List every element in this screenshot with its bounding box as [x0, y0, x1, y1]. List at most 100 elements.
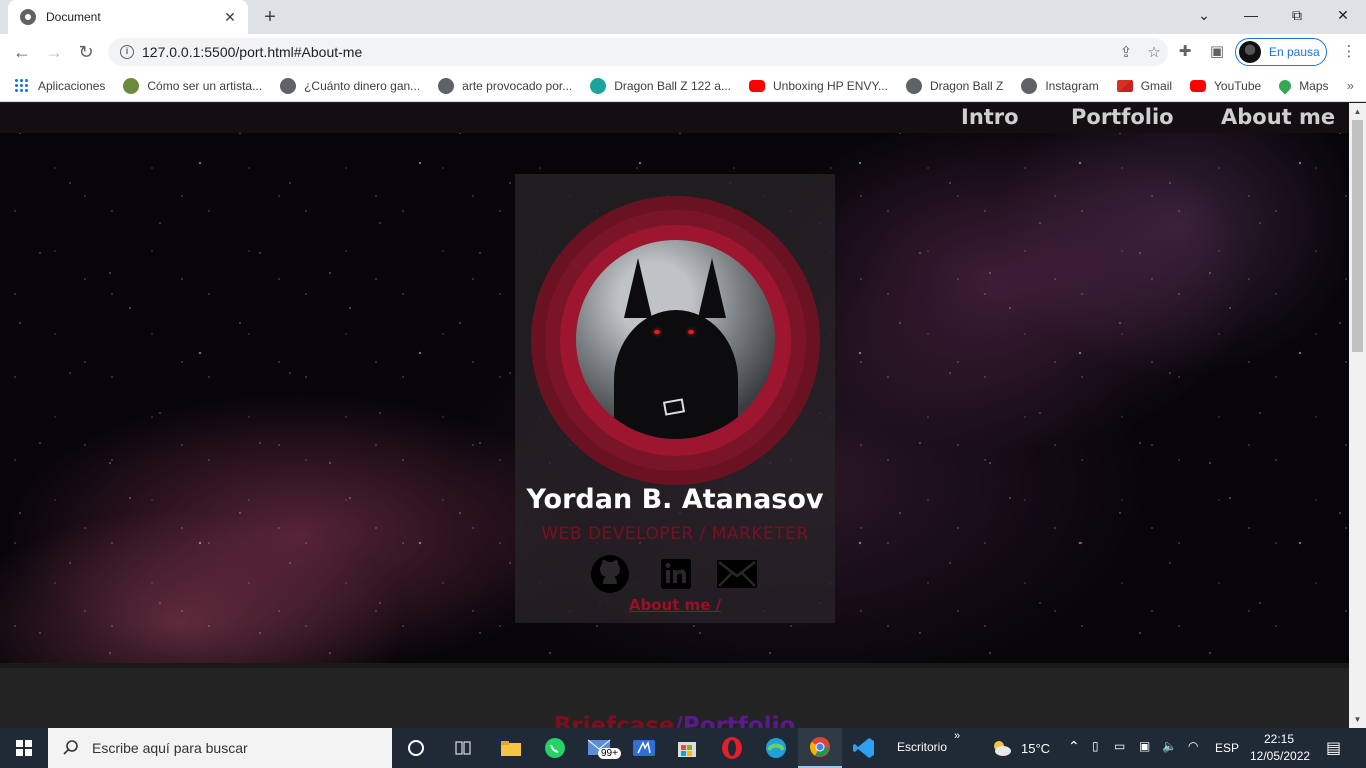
wolf-ear-left	[624, 258, 652, 318]
tray-wifi-icon[interactable]: ◠	[1188, 739, 1198, 753]
tray-language[interactable]: ESP	[1215, 741, 1239, 755]
bookmark-label: Maps	[1299, 78, 1329, 93]
share-icon[interactable]: ⇪	[1112, 43, 1140, 61]
wiki-icon	[123, 77, 140, 94]
bookmark-item[interactable]: YouTube	[1190, 79, 1261, 93]
site-info-icon[interactable]: i	[120, 45, 134, 59]
tray-volume-icon[interactable]: 🔈	[1162, 739, 1177, 753]
minimize-button[interactable]: —	[1228, 0, 1274, 30]
tray-chevron-up-icon[interactable]: ⌃	[1068, 738, 1080, 755]
youtube-icon	[748, 79, 765, 92]
page-viewport: Intro Portfolio About me Yordan B. Atana…	[0, 103, 1349, 728]
bookmark-item[interactable]: Maps	[1276, 77, 1329, 94]
bookmark-label: Dragon Ball Z 122 a...	[614, 78, 731, 93]
profile-role: WEB DEVELOPER / MARKETER	[541, 524, 809, 544]
tab-search-chevron-icon[interactable]: ⌄	[1181, 0, 1227, 30]
about-me-link[interactable]: About me /	[515, 596, 835, 614]
weather-cloud-sun-icon[interactable]	[986, 728, 1016, 768]
task-view-icon[interactable]	[441, 728, 485, 768]
desktop-toolbar-chevron[interactable]: »	[954, 730, 960, 742]
bookmark-label: Aplicaciones	[38, 78, 106, 93]
extensions-puzzle-icon[interactable]: ✚	[1174, 41, 1196, 63]
github-icon[interactable]	[590, 554, 630, 594]
wolf-ear-right	[698, 258, 726, 318]
heading-portfolio: /Portfolio	[674, 713, 796, 728]
search-placeholder: Escribe aquí para buscar	[92, 740, 248, 756]
youtube-icon	[1190, 79, 1207, 92]
tray-battery-icon[interactable]: ▭	[1114, 739, 1125, 753]
gmail-icon	[1116, 79, 1133, 92]
scroll-up-arrow-icon[interactable]: ▲	[1349, 103, 1366, 120]
notification-center-icon[interactable]: ▤	[1326, 738, 1341, 758]
chrome-icon[interactable]	[798, 728, 842, 768]
whatsapp-icon[interactable]	[533, 728, 577, 768]
weather-temperature[interactable]: 15°C	[1021, 741, 1050, 756]
tray-time[interactable]: 22:15	[1264, 732, 1294, 746]
tab-close-icon[interactable]: ✕	[222, 9, 238, 26]
start-button[interactable]	[0, 728, 48, 768]
globe-icon	[20, 9, 36, 25]
profile-name: Yordan B. Atanasov	[526, 484, 824, 515]
hero-section: Intro Portfolio About me Yordan B. Atana…	[0, 103, 1349, 663]
new-tab-button[interactable]: +	[258, 5, 282, 29]
taskbar-search-input[interactable]: Escribe aquí para buscar	[48, 728, 392, 768]
back-arrow-icon[interactable]: ←	[10, 40, 34, 64]
profile-button[interactable]: En pausa	[1235, 38, 1327, 66]
close-window-button[interactable]: ✕	[1320, 0, 1366, 30]
tab-title: Document	[46, 10, 101, 24]
edge-icon[interactable]	[754, 728, 798, 768]
bookmark-label: Cómo ser un artista...	[147, 78, 263, 93]
desktop-toolbar-label[interactable]: Escritorio	[897, 740, 947, 754]
globe-icon	[1021, 77, 1038, 94]
scroll-down-arrow-icon[interactable]: ▼	[1349, 711, 1366, 728]
opera-icon[interactable]	[710, 728, 754, 768]
side-panel-icon[interactable]: ▣	[1206, 41, 1228, 63]
search-icon	[63, 740, 78, 755]
wolf-silhouette	[614, 310, 738, 439]
avatar	[1239, 41, 1261, 63]
linkedin-icon[interactable]	[660, 554, 692, 594]
bookmarks-overflow-button[interactable]: »	[1347, 78, 1354, 93]
file-explorer-icon[interactable]	[489, 728, 533, 768]
bookmark-item[interactable]: Instagram	[1021, 77, 1099, 94]
mail-app-icon[interactable]: 99+	[578, 728, 622, 768]
bookmark-item[interactable]: arte provocado por...	[438, 77, 572, 94]
bookmark-item[interactable]: Dragon Ball Z 122 a...	[590, 77, 731, 94]
bookmark-item[interactable]: Aplicaciones	[14, 77, 106, 94]
portfolio-section: Briefcase/Portfolio	[0, 663, 1349, 728]
globe-icon	[280, 77, 297, 94]
microsoft-store-icon[interactable]	[665, 728, 709, 768]
bookmark-label: Dragon Ball Z	[929, 78, 1004, 93]
cortana-icon[interactable]	[394, 728, 438, 768]
scrollbar-thumb[interactable]	[1352, 120, 1363, 352]
tray-usb-icon[interactable]: ▯	[1092, 739, 1099, 753]
nav-link-portfolio[interactable]: Portfolio	[1071, 105, 1174, 129]
bookmark-item[interactable]: Cómo ser un artista...	[123, 77, 263, 94]
nav-link-intro[interactable]: Intro	[961, 105, 1019, 129]
bookmark-label: Gmail	[1140, 78, 1173, 93]
bookmark-label: Instagram	[1045, 78, 1099, 93]
restore-button[interactable]: ⧉	[1274, 0, 1320, 30]
vscode-icon[interactable]	[842, 728, 886, 768]
bookmark-star-icon[interactable]: ☆	[1140, 43, 1168, 61]
browser-toolbar: ← → ↻ i 127.0.0.1:5500/port.html#About-m…	[0, 34, 1366, 70]
url-text[interactable]: 127.0.0.1:5500/port.html#About-me	[142, 44, 1112, 60]
bookmark-item[interactable]: Gmail	[1116, 78, 1173, 93]
browser-tab[interactable]: Document ✕	[8, 0, 248, 34]
bookmark-item[interactable]: Unboxing HP ENVY...	[748, 79, 888, 93]
heading-briefcase: Briefcase	[553, 713, 675, 728]
profile-status-label: En pausa	[1269, 45, 1320, 59]
address-bar[interactable]: i 127.0.0.1:5500/port.html#About-me ⇪ ☆	[108, 38, 1168, 66]
tray-meet-now-icon[interactable]: ▣	[1139, 739, 1150, 753]
tray-date[interactable]: 12/05/2022	[1250, 749, 1310, 763]
mail-icon[interactable]	[716, 554, 758, 594]
menu-kebab-icon[interactable]: ⋮	[1338, 41, 1360, 63]
media-player-icon[interactable]	[622, 728, 666, 768]
bookmark-item[interactable]: ¿Cuánto dinero gan...	[280, 77, 420, 94]
globe-icon	[438, 77, 455, 94]
nav-link-about-me[interactable]: About me	[1221, 105, 1335, 129]
forward-arrow-icon[interactable]: →	[42, 40, 66, 64]
page-scrollbar[interactable]: ▲ ▼	[1349, 103, 1366, 728]
reload-icon[interactable]: ↻	[74, 40, 98, 64]
bookmark-item[interactable]: Dragon Ball Z	[905, 77, 1004, 94]
